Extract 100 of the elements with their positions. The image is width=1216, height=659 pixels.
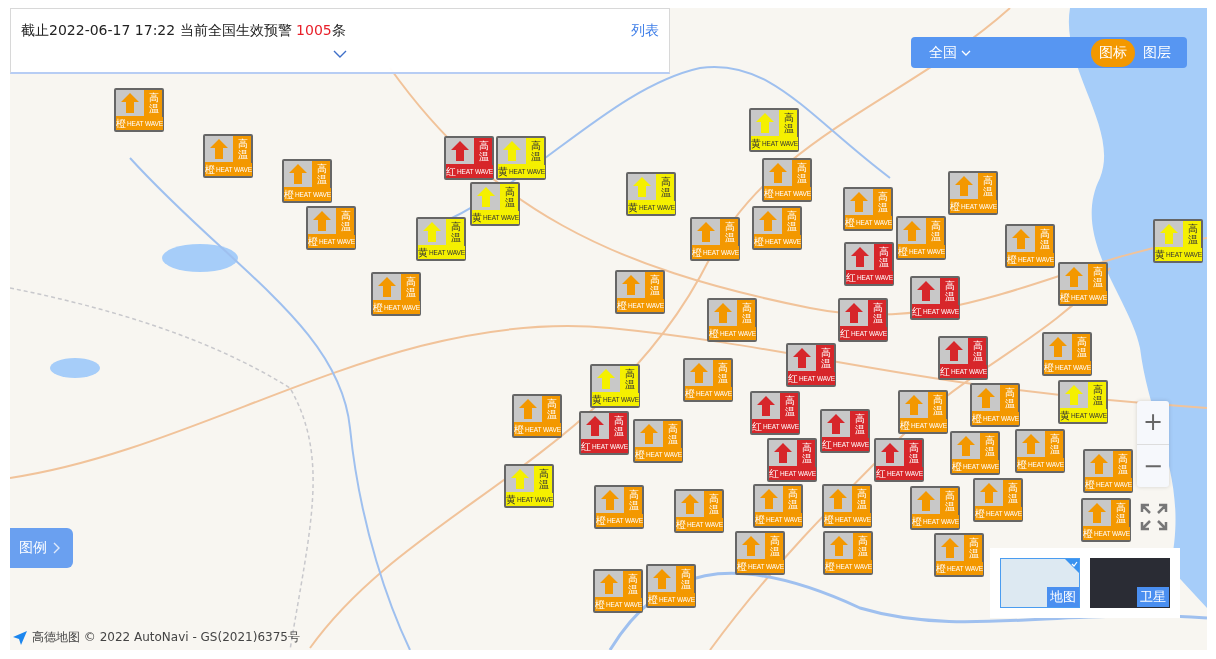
zoom-out-button[interactable]: −	[1137, 444, 1169, 487]
view-tab[interactable]: 图标	[1091, 38, 1135, 67]
arrow-up-icon	[685, 360, 713, 386]
arrow-up-icon	[1044, 334, 1072, 360]
warning-grade: 橙	[709, 327, 719, 340]
arrow-up-icon	[1083, 500, 1111, 526]
warning-grade: 橙	[824, 513, 834, 526]
warning-grade: 红	[846, 271, 856, 284]
arrow-up-icon	[116, 90, 144, 116]
arrow-up-icon	[498, 138, 526, 164]
arrow-up-icon	[912, 278, 940, 304]
warning-grade: 橙	[845, 216, 855, 229]
arrow-up-icon	[308, 208, 336, 234]
warning-grade: 橙	[284, 188, 294, 201]
arrow-up-icon	[900, 392, 928, 418]
arrow-up-icon	[755, 486, 783, 512]
arrow-up-icon	[635, 421, 663, 447]
summary-text: 截止2022-06-17 17:22 当前全国生效预警 1005条	[21, 22, 346, 40]
zoom-in-button[interactable]: +	[1137, 401, 1169, 445]
arrow-up-icon	[1085, 451, 1113, 477]
warning-grade: 黄	[498, 165, 508, 178]
arrow-up-icon	[764, 160, 792, 186]
warning-grade: 黄	[472, 211, 482, 224]
arrow-up-icon	[1060, 382, 1088, 408]
arrow-up-icon	[1017, 431, 1045, 457]
arrow-up-icon	[824, 486, 852, 512]
view-tab[interactable]: 图层	[1135, 38, 1179, 67]
warning-grade: 橙	[936, 562, 946, 575]
fullscreen-icon[interactable]	[1140, 503, 1168, 531]
warning-grade: 橙	[975, 507, 985, 520]
warning-grade: 橙	[514, 423, 524, 436]
warning-grade: 橙	[825, 560, 835, 573]
check-icon	[1065, 559, 1079, 573]
arrow-up-icon	[709, 300, 737, 326]
arrow-up-icon	[595, 571, 623, 597]
warning-grade: 橙	[617, 299, 627, 312]
warning-grade: 橙	[685, 387, 695, 400]
warning-grade: 红	[940, 365, 950, 378]
arrow-up-icon	[628, 174, 656, 200]
warning-grade: 橙	[952, 460, 962, 473]
warning-grade: 橙	[308, 235, 318, 248]
arrow-up-icon	[912, 488, 940, 514]
arrow-up-icon	[373, 274, 401, 300]
warning-grade: 红	[788, 372, 798, 385]
arrow-up-icon	[825, 533, 853, 559]
warning-grade: 橙	[116, 117, 126, 130]
warning-grade: 红	[769, 467, 779, 480]
arrow-up-icon	[752, 393, 780, 419]
arrow-up-icon	[975, 480, 1003, 506]
region-dropdown[interactable]: 全国	[929, 43, 971, 62]
arrow-up-icon	[205, 136, 233, 162]
warning-grade: 橙	[205, 163, 215, 176]
arrow-up-icon	[676, 491, 704, 517]
warning-grade: 橙	[1085, 478, 1095, 491]
warning-grade: 橙	[635, 448, 645, 461]
arrow-up-icon	[617, 272, 645, 298]
chevron-down-icon	[961, 49, 971, 56]
arrow-up-icon	[952, 433, 980, 459]
warning-grade: 橙	[898, 245, 908, 258]
arrow-up-icon	[950, 173, 978, 199]
warning-grade: 橙	[912, 515, 922, 528]
legend-button[interactable]: 图例	[10, 528, 73, 568]
warning-grade: 橙	[373, 301, 383, 314]
arrow-up-icon	[1007, 226, 1035, 252]
map-type-option[interactable]: 地图	[1000, 558, 1080, 608]
warning-grade: 橙	[1044, 361, 1054, 374]
arrow-up-icon	[845, 189, 873, 215]
arrow-up-icon	[506, 466, 534, 492]
warning-grade: 橙	[676, 518, 686, 531]
warning-grade: 黄	[1060, 409, 1070, 422]
arrow-up-icon	[876, 440, 904, 466]
warning-grade: 红	[581, 440, 591, 453]
warning-grade: 红	[822, 438, 832, 451]
warning-grade: 红	[912, 305, 922, 318]
arrow-up-icon	[1060, 264, 1088, 290]
arrow-up-icon	[418, 219, 446, 245]
warning-grade: 红	[840, 327, 850, 340]
list-link[interactable]: 列表	[631, 22, 659, 40]
warning-grade: 黄	[628, 201, 638, 214]
warning-grade: 红	[876, 467, 886, 480]
warning-grade: 黄	[592, 393, 602, 406]
warning-grade: 橙	[595, 598, 605, 611]
arrow-up-icon	[692, 219, 720, 245]
warning-grade: 黄	[506, 493, 516, 506]
warning-grade: 橙	[972, 412, 982, 425]
arrow-up-icon	[1155, 221, 1183, 247]
map-type-option[interactable]: 卫星	[1090, 558, 1170, 608]
chevron-down-icon[interactable]	[333, 50, 347, 58]
warning-grade: 橙	[900, 419, 910, 432]
warning-grade: 橙	[754, 235, 764, 248]
arrow-up-icon	[592, 366, 620, 392]
arrow-up-icon	[596, 487, 624, 513]
warning-grade: 黄	[751, 137, 761, 150]
arrow-up-icon	[648, 566, 676, 592]
arrow-up-icon	[754, 208, 782, 234]
warning-grade: 红	[752, 420, 762, 433]
warning-grade: 橙	[1083, 527, 1093, 540]
warning-grade: 橙	[1060, 291, 1070, 304]
warning-grade: 橙	[1017, 458, 1027, 471]
arrow-up-icon	[581, 413, 609, 439]
